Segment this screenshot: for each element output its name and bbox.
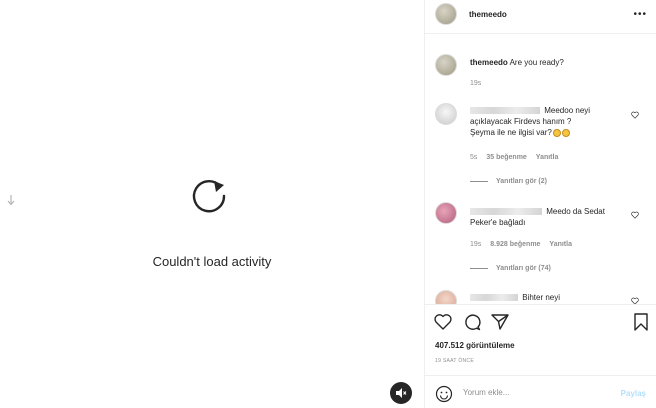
emoji-icon — [561, 128, 570, 137]
share-icon[interactable] — [490, 312, 510, 332]
post-header: themeedo ••• — [425, 0, 656, 32]
action-bar — [425, 312, 656, 334]
view-replies-label: Yanıtları gör (74) — [496, 265, 551, 272]
bookmark-icon[interactable] — [631, 312, 651, 332]
heart-icon[interactable] — [433, 312, 453, 332]
emoji-picker-icon[interactable] — [435, 385, 453, 403]
comments-list[interactable]: themeedo Are you ready? 19s Meedoo neyi … — [425, 34, 656, 304]
comment-likes[interactable]: 35 beğenme — [486, 154, 526, 161]
header-username[interactable]: themeedo — [469, 10, 507, 19]
view-replies-label: Yanıtları gör (2) — [496, 178, 547, 185]
more-options-icon[interactable]: ••• — [633, 9, 647, 20]
caption-username[interactable]: themeedo — [470, 58, 508, 67]
post-time: 19 SAAT ÖNCE — [435, 358, 474, 364]
view-replies-button[interactable]: Yanıtları gör (2) — [470, 178, 547, 185]
speaker-muted-icon — [396, 388, 407, 398]
reply-button[interactable]: Yanıtla — [536, 154, 559, 161]
blurred-username — [470, 208, 542, 216]
arrow-down-icon — [7, 195, 15, 206]
comment-text-line: Meedo da Sedat — [546, 207, 605, 216]
comment-text-line: Bihter neyi — [522, 293, 561, 302]
caption-text: Are you ready? — [509, 58, 564, 67]
emoji-icon — [552, 128, 561, 137]
comment-icon[interactable] — [462, 312, 482, 332]
post-sidebar: themeedo ••• themeedo Are you ready? 19s… — [424, 0, 656, 408]
load-error-message: Couldn't load activity — [152, 254, 272, 269]
avatar[interactable] — [435, 290, 457, 304]
caption-age: 19s — [470, 80, 482, 87]
comment-age: 5s — [470, 154, 478, 161]
comment-text-line: açıklayacak Firdevs hanım ? — [470, 117, 572, 126]
reply-button[interactable]: Yanıtla — [549, 241, 572, 248]
blurred-username — [470, 294, 518, 302]
mute-button[interactable] — [390, 382, 412, 404]
avatar[interactable] — [435, 3, 457, 25]
comment-text-line: Şeyma ile ne ilgisi var? — [470, 128, 552, 137]
comment-age: 19s — [470, 241, 482, 248]
view-replies-button[interactable]: Yanıtları gör (74) — [470, 265, 551, 272]
avatar[interactable] — [435, 103, 457, 125]
divider — [470, 268, 488, 269]
comment-input[interactable] — [463, 388, 613, 397]
comment-text-line: Peker'e bağladı — [470, 218, 526, 227]
heart-icon[interactable] — [631, 297, 639, 304]
view-count[interactable]: 407.512 görüntüleme — [435, 341, 515, 350]
divider — [425, 304, 656, 305]
reload-icon[interactable] — [190, 175, 232, 217]
media-pane: Couldn't load activity — [0, 0, 424, 408]
divider — [425, 375, 656, 376]
comment-likes[interactable]: 8.928 beğenme — [490, 241, 540, 248]
avatar[interactable] — [435, 202, 457, 224]
avatar[interactable] — [435, 54, 457, 76]
blurred-username — [470, 107, 540, 115]
heart-icon[interactable] — [631, 111, 639, 119]
divider — [470, 181, 488, 182]
comment-text-line: Meedoo neyi — [544, 106, 591, 115]
heart-icon[interactable] — [631, 211, 639, 219]
post-comment-button[interactable]: Paylaş — [621, 389, 646, 398]
